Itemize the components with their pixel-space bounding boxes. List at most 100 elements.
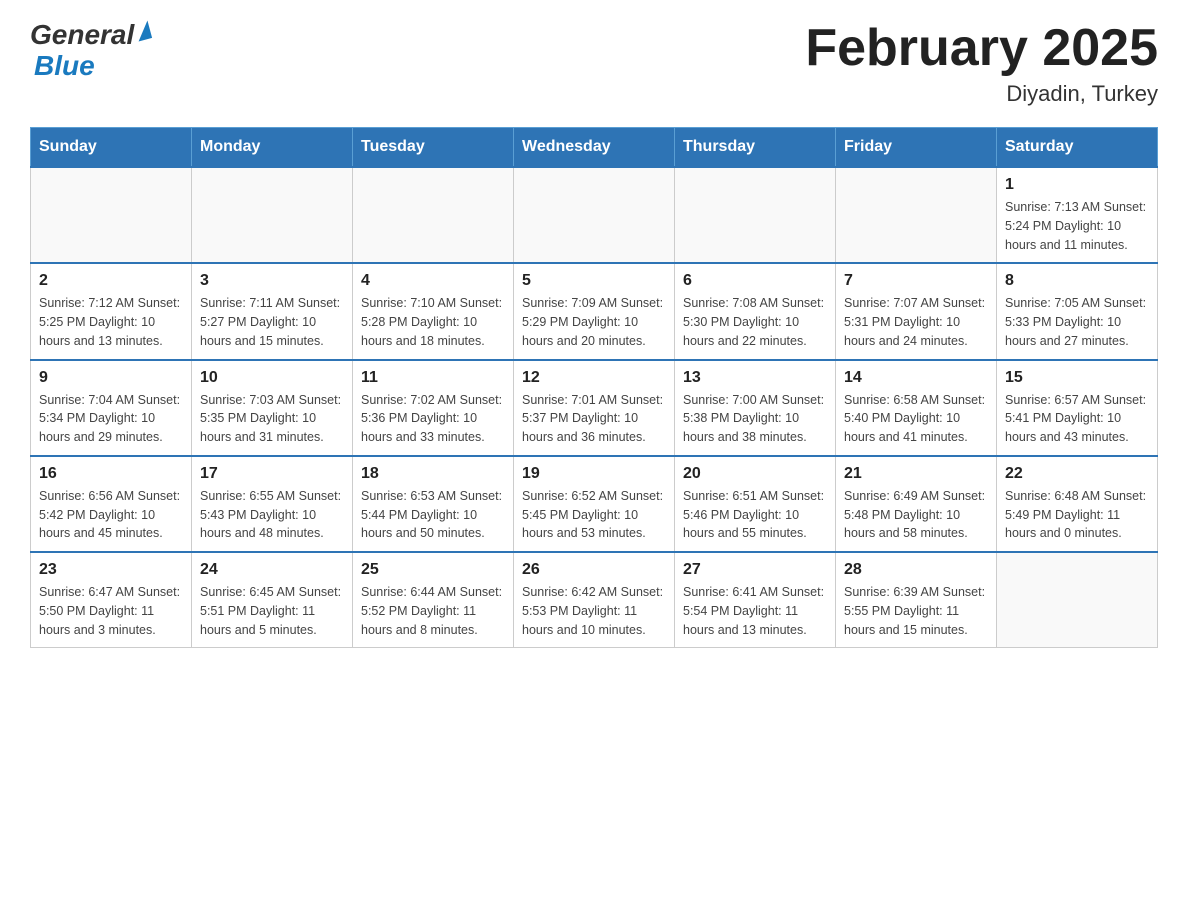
calendar-cell: 7 Sunrise: 7:07 AM Sunset: 5:31 PM Daylig… <box>836 263 997 359</box>
day-info: Sunrise: 6:51 AM Sunset: 5:46 PM Dayligh… <box>683 487 827 543</box>
day-info: Sunrise: 6:58 AM Sunset: 5:40 PM Dayligh… <box>844 391 988 447</box>
calendar-cell: 27 Sunrise: 6:41 AM Sunset: 5:54 PM Dayli… <box>675 552 836 648</box>
calendar-cell: 19Sunrise: 6:52 AM Sunset: 5:45 PM Dayli… <box>514 456 675 552</box>
calendar-cell: 5 Sunrise: 7:09 AM Sunset: 5:29 PM Daylig… <box>514 263 675 359</box>
weekday-header-saturday: Saturday <box>997 128 1158 168</box>
day-number: 26 <box>522 561 666 579</box>
calendar-cell: 2 Sunrise: 7:12 AM Sunset: 5:25 PM Daylig… <box>31 263 192 359</box>
logo: General Blue <box>30 20 150 82</box>
day-number: 10 <box>200 369 344 387</box>
calendar-week-2: 9 Sunrise: 7:04 AM Sunset: 5:34 PM Daylig… <box>31 360 1158 456</box>
calendar-cell: 22 Sunrise: 6:48 AM Sunset: 5:49 PM Dayli… <box>997 456 1158 552</box>
calendar-cell: 17 Sunrise: 6:55 AM Sunset: 5:43 PM Dayli… <box>192 456 353 552</box>
day-info: Sunrise: 7:09 AM Sunset: 5:29 PM Dayligh… <box>522 294 666 350</box>
day-info: Sunrise: 7:07 AM Sunset: 5:31 PM Dayligh… <box>844 294 988 350</box>
day-number: 14 <box>844 369 988 387</box>
calendar-cell: 1Sunrise: 7:13 AM Sunset: 5:24 PM Daylig… <box>997 167 1158 263</box>
day-info: Sunrise: 7:04 AM Sunset: 5:34 PM Dayligh… <box>39 391 183 447</box>
logo-arrow-icon <box>134 21 152 42</box>
day-number: 2 <box>39 272 183 290</box>
month-title: February 2025 <box>805 20 1158 77</box>
calendar-cell: 11 Sunrise: 7:02 AM Sunset: 5:36 PM Dayli… <box>353 360 514 456</box>
calendar-cell: 16 Sunrise: 6:56 AM Sunset: 5:42 PM Dayli… <box>31 456 192 552</box>
day-number: 9 <box>39 369 183 387</box>
day-info: Sunrise: 7:05 AM Sunset: 5:33 PM Dayligh… <box>1005 294 1149 350</box>
day-info: Sunrise: 6:53 AM Sunset: 5:44 PM Dayligh… <box>361 487 505 543</box>
calendar-cell: 28 Sunrise: 6:39 AM Sunset: 5:55 PM Dayli… <box>836 552 997 648</box>
day-number: 7 <box>844 272 988 290</box>
day-info: Sunrise: 6:56 AM Sunset: 5:42 PM Dayligh… <box>39 487 183 543</box>
calendar-cell: 3Sunrise: 7:11 AM Sunset: 5:27 PM Daylig… <box>192 263 353 359</box>
day-number: 12 <box>522 369 666 387</box>
day-info: Sunrise: 6:57 AM Sunset: 5:41 PM Dayligh… <box>1005 391 1149 447</box>
logo-text-blue: Blue <box>34 51 95 82</box>
calendar-table: SundayMondayTuesdayWednesdayThursdayFrid… <box>30 127 1158 648</box>
day-number: 4 <box>361 272 505 290</box>
calendar-cell <box>997 552 1158 648</box>
day-number: 23 <box>39 561 183 579</box>
day-info: Sunrise: 7:03 AM Sunset: 5:35 PM Dayligh… <box>200 391 344 447</box>
logo-wrapper: General Blue <box>30 20 150 82</box>
logo-line2: Blue <box>30 51 150 82</box>
calendar-cell: 10 Sunrise: 7:03 AM Sunset: 5:35 PM Dayli… <box>192 360 353 456</box>
day-number: 11 <box>361 369 505 387</box>
calendar-cell: 20 Sunrise: 6:51 AM Sunset: 5:46 PM Dayli… <box>675 456 836 552</box>
calendar-cell: 21 Sunrise: 6:49 AM Sunset: 5:48 PM Dayli… <box>836 456 997 552</box>
day-number: 28 <box>844 561 988 579</box>
day-info: Sunrise: 7:12 AM Sunset: 5:25 PM Dayligh… <box>39 294 183 350</box>
day-info: Sunrise: 7:02 AM Sunset: 5:36 PM Dayligh… <box>361 391 505 447</box>
calendar-week-4: 23 Sunrise: 6:47 AM Sunset: 5:50 PM Dayli… <box>31 552 1158 648</box>
day-info: Sunrise: 6:41 AM Sunset: 5:54 PM Dayligh… <box>683 583 827 639</box>
calendar-cell: 23 Sunrise: 6:47 AM Sunset: 5:50 PM Dayli… <box>31 552 192 648</box>
calendar-cell: 4Sunrise: 7:10 AM Sunset: 5:28 PM Daylig… <box>353 263 514 359</box>
calendar-cell: 6Sunrise: 7:08 AM Sunset: 5:30 PM Daylig… <box>675 263 836 359</box>
day-number: 18 <box>361 465 505 483</box>
day-number: 21 <box>844 465 988 483</box>
calendar-cell: 13 Sunrise: 7:00 AM Sunset: 5:38 PM Dayli… <box>675 360 836 456</box>
calendar-cell <box>836 167 997 263</box>
weekday-header-tuesday: Tuesday <box>353 128 514 168</box>
day-info: Sunrise: 6:49 AM Sunset: 5:48 PM Dayligh… <box>844 487 988 543</box>
title-block: February 2025 Diyadin, Turkey <box>805 20 1158 107</box>
day-info: Sunrise: 6:42 AM Sunset: 5:53 PM Dayligh… <box>522 583 666 639</box>
calendar-cell: 8 Sunrise: 7:05 AM Sunset: 5:33 PM Daylig… <box>997 263 1158 359</box>
day-number: 13 <box>683 369 827 387</box>
day-number: 17 <box>200 465 344 483</box>
calendar-body: 1Sunrise: 7:13 AM Sunset: 5:24 PM Daylig… <box>31 167 1158 648</box>
day-info: Sunrise: 6:47 AM Sunset: 5:50 PM Dayligh… <box>39 583 183 639</box>
day-number: 5 <box>522 272 666 290</box>
day-info: Sunrise: 7:01 AM Sunset: 5:37 PM Dayligh… <box>522 391 666 447</box>
day-info: Sunrise: 7:00 AM Sunset: 5:38 PM Dayligh… <box>683 391 827 447</box>
calendar-cell: 24 Sunrise: 6:45 AM Sunset: 5:51 PM Dayli… <box>192 552 353 648</box>
day-info: Sunrise: 6:44 AM Sunset: 5:52 PM Dayligh… <box>361 583 505 639</box>
day-info: Sunrise: 6:45 AM Sunset: 5:51 PM Dayligh… <box>200 583 344 639</box>
calendar-cell <box>514 167 675 263</box>
weekday-header-wednesday: Wednesday <box>514 128 675 168</box>
calendar-week-1: 2 Sunrise: 7:12 AM Sunset: 5:25 PM Daylig… <box>31 263 1158 359</box>
day-number: 24 <box>200 561 344 579</box>
calendar-cell: 18 Sunrise: 6:53 AM Sunset: 5:44 PM Dayli… <box>353 456 514 552</box>
calendar-cell: 14 Sunrise: 6:58 AM Sunset: 5:40 PM Dayli… <box>836 360 997 456</box>
calendar-cell: 25Sunrise: 6:44 AM Sunset: 5:52 PM Dayli… <box>353 552 514 648</box>
calendar-cell <box>192 167 353 263</box>
day-info: Sunrise: 6:48 AM Sunset: 5:49 PM Dayligh… <box>1005 487 1149 543</box>
calendar-cell <box>675 167 836 263</box>
day-number: 8 <box>1005 272 1149 290</box>
calendar-week-3: 16 Sunrise: 6:56 AM Sunset: 5:42 PM Dayli… <box>31 456 1158 552</box>
day-number: 20 <box>683 465 827 483</box>
day-number: 3 <box>200 272 344 290</box>
weekday-header-friday: Friday <box>836 128 997 168</box>
weekday-header-row: SundayMondayTuesdayWednesdayThursdayFrid… <box>31 128 1158 168</box>
calendar-cell: 12 Sunrise: 7:01 AM Sunset: 5:37 PM Dayli… <box>514 360 675 456</box>
logo-text-general: General <box>30 20 134 51</box>
weekday-header-thursday: Thursday <box>675 128 836 168</box>
calendar-header: SundayMondayTuesdayWednesdayThursdayFrid… <box>31 128 1158 168</box>
day-number: 16 <box>39 465 183 483</box>
day-number: 15 <box>1005 369 1149 387</box>
day-info: Sunrise: 6:55 AM Sunset: 5:43 PM Dayligh… <box>200 487 344 543</box>
location-title: Diyadin, Turkey <box>805 81 1158 107</box>
day-number: 27 <box>683 561 827 579</box>
day-info: Sunrise: 6:39 AM Sunset: 5:55 PM Dayligh… <box>844 583 988 639</box>
day-number: 22 <box>1005 465 1149 483</box>
calendar-cell: 9 Sunrise: 7:04 AM Sunset: 5:34 PM Daylig… <box>31 360 192 456</box>
